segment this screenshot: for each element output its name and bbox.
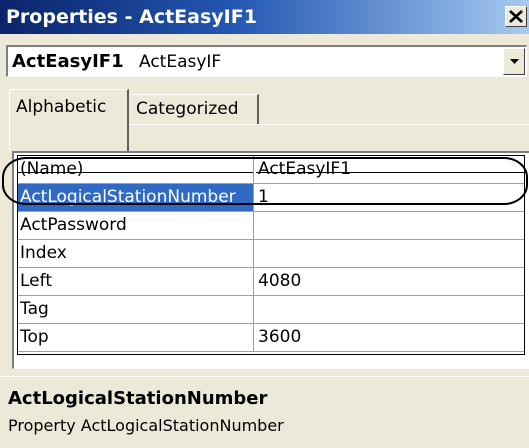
tab-categorized[interactable]: Categorized	[131, 94, 259, 124]
property-value[interactable]	[256, 296, 526, 323]
property-value[interactable]: 1	[256, 184, 526, 211]
property-value[interactable]: ActEasyIF1	[256, 156, 526, 183]
property-name: (Name)	[18, 156, 254, 183]
close-button[interactable]	[505, 6, 527, 27]
title-bar[interactable]: Properties - ActEasyIF1	[0, 0, 529, 34]
property-row-left[interactable]: Left 4080	[18, 268, 524, 296]
close-icon	[509, 10, 523, 23]
property-name-text: (Name)	[20, 159, 84, 179]
property-name: Top	[18, 324, 254, 351]
tab-categorized-label: Categorized	[136, 99, 239, 119]
property-name: Tag	[18, 296, 254, 323]
strikethrough-line	[18, 172, 253, 173]
property-name: Left	[18, 268, 254, 295]
strikethrough-line	[256, 172, 526, 173]
properties-window: Properties - ActEasyIF1 ActEasyIF1 ActEa…	[0, 0, 529, 448]
property-row-index[interactable]: Index	[18, 240, 524, 268]
property-grid-table: (Name) ActEasyIF1 ActLogicalStationNumbe…	[17, 155, 526, 355]
property-name: Index	[18, 240, 254, 267]
property-value[interactable]	[256, 212, 526, 239]
description-text: Property ActLogicalStationNumber	[8, 416, 284, 435]
object-selector-combo[interactable]: ActEasyIF1 ActEasyIF	[6, 45, 527, 77]
property-row-tag[interactable]: Tag	[18, 296, 524, 324]
window-title: Properties - ActEasyIF1	[6, 6, 257, 28]
object-name: ActEasyIF1	[12, 51, 124, 72]
dropdown-button[interactable]	[503, 48, 525, 75]
property-name: ActLogicalStationNumber	[18, 184, 254, 211]
property-grid: (Name) ActEasyIF1 ActLogicalStationNumbe…	[12, 151, 529, 369]
property-row-name[interactable]: (Name) ActEasyIF1	[18, 156, 526, 184]
property-row-actlogicalstationnumber[interactable]: ActLogicalStationNumber 1	[18, 184, 524, 212]
property-value[interactable]: 4080	[256, 268, 526, 295]
property-name: ActPassword	[18, 212, 254, 239]
property-value-text: ActEasyIF1	[258, 159, 352, 179]
property-row-top[interactable]: Top 3600	[18, 324, 524, 352]
property-value[interactable]	[256, 240, 526, 267]
property-row-actpassword[interactable]: ActPassword	[18, 212, 524, 240]
description-pane: ActLogicalStationNumber Property ActLogi…	[0, 376, 529, 448]
object-type: ActEasyIF	[139, 52, 222, 72]
tab-alphabetic[interactable]: Alphabetic	[9, 89, 129, 151]
property-value[interactable]: 3600	[256, 324, 526, 351]
chevron-down-icon	[510, 59, 519, 64]
tab-alphabetic-label: Alphabetic	[16, 97, 107, 117]
description-title: ActLogicalStationNumber	[8, 388, 268, 409]
